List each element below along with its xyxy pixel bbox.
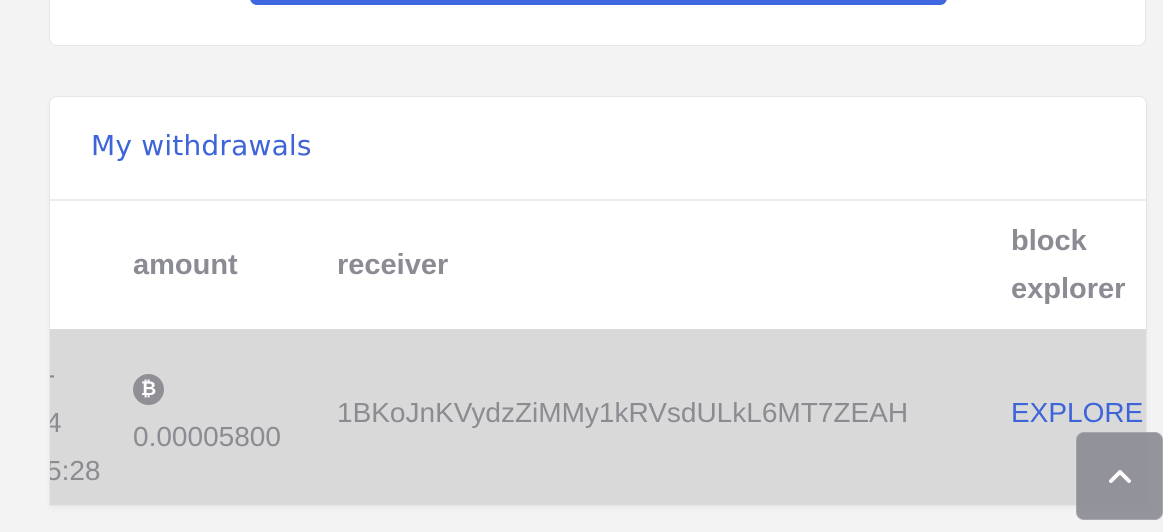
- scroll-to-top-button[interactable]: [1076, 432, 1163, 520]
- withdrawals-card: My withdrawals amount receiver block exp…: [49, 96, 1147, 506]
- date-fragment: -: [50, 351, 106, 399]
- date-fragment: 5:28: [49, 455, 101, 486]
- date-fragment: 4: [50, 399, 106, 447]
- table-header: amount receiver block explorer: [50, 201, 1146, 329]
- card-header: My withdrawals: [50, 97, 1146, 201]
- receiver-address: 1BKoJnKVydzZiMMy1kRVsdULkL6MT7ZEAH: [337, 397, 909, 428]
- table-row: - 4 5:28 ₿ 0.00005800 1BKoJnKVydzZiMMy1k…: [50, 329, 1146, 505]
- explore-link[interactable]: EXPLORE: [1011, 397, 1143, 429]
- date-cell: - 4 5:28: [49, 351, 106, 495]
- column-header-receiver: receiver: [337, 249, 449, 281]
- column-header-block-line: block: [1011, 225, 1087, 257]
- column-header-amount: amount: [133, 249, 238, 281]
- primary-action-button[interactable]: [250, 0, 947, 5]
- card-title: My withdrawals: [91, 129, 312, 162]
- bitcoin-icon: ₿: [133, 374, 164, 405]
- chevron-up-icon: [1108, 470, 1131, 483]
- top-card: [49, 0, 1146, 46]
- amount-value: 0.00005800: [133, 421, 281, 452]
- column-header-explorer-line: explorer: [1011, 273, 1126, 305]
- column-header-block-explorer: block explorer: [1011, 217, 1141, 313]
